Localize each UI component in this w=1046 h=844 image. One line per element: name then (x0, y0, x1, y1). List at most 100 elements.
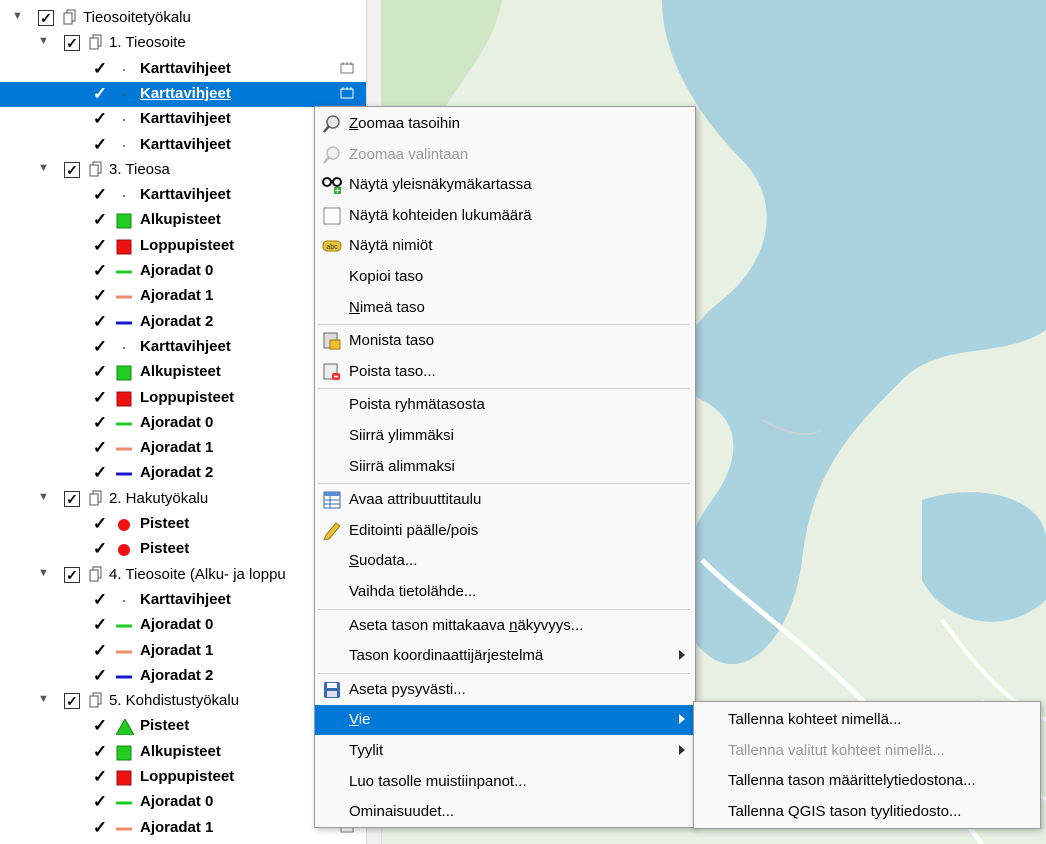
menu-item[interactable]: Luo tasolle muistiinpanot... (315, 767, 695, 797)
layer-row[interactable]: ✓ Karttavihjeet (0, 588, 366, 613)
layer-row[interactable]: ✓ Ajoradat 0 (0, 613, 366, 638)
visibility-checkbox[interactable]: ✓ (92, 237, 108, 254)
layer-row[interactable]: ✓ Ajoradat 2 (0, 461, 366, 486)
layer-group-row[interactable]: ▼ ✓ 4. Tieosoite (Alku- ja loppu (0, 563, 366, 588)
visibility-checkbox[interactable]: ✓ (92, 136, 108, 153)
layer-row[interactable]: ✓ Ajoradat 1 (0, 639, 366, 664)
layer-row[interactable]: ✓ Alkupisteet (0, 208, 366, 233)
layer-row[interactable]: ✓ Ajoradat 1 (0, 816, 366, 841)
visibility-checkbox[interactable]: ✓ (92, 540, 108, 557)
layer-row[interactable]: ✓ Ajoradat 0 (0, 790, 366, 815)
visibility-checkbox[interactable]: ✓ (92, 717, 108, 734)
menu-item[interactable]: Vie (315, 705, 695, 736)
menu-item[interactable]: Avaa attribuuttitaulu (315, 485, 695, 515)
expand-arrow-icon[interactable]: ▼ (38, 693, 49, 705)
menu-item[interactable]: Nimeä taso (315, 293, 695, 323)
visibility-checkbox[interactable]: ✓ (92, 464, 108, 481)
visibility-checkbox[interactable]: ✓ (92, 667, 108, 684)
visibility-checkbox[interactable]: ✓ (92, 338, 108, 355)
layer-group-row[interactable]: ▼ ✓ 1. Tieosoite (0, 31, 366, 56)
visibility-checkbox[interactable]: ✓ (92, 616, 108, 633)
visibility-checkbox[interactable]: ✓ (92, 591, 108, 608)
visibility-checkbox[interactable]: ✓ (64, 566, 80, 583)
zoom-selection-icon (322, 145, 342, 164)
menu-item[interactable]: Näytä kohteiden lukumäärä (315, 201, 695, 231)
visibility-checkbox[interactable]: ✓ (92, 110, 108, 127)
layer-row[interactable]: ✓ Karttavihjeet (0, 133, 366, 158)
visibility-checkbox[interactable]: ✓ (64, 693, 80, 710)
layer-group-row[interactable]: ▼ ✓ 2. Hakutyökalu (0, 487, 366, 512)
visibility-checkbox[interactable]: ✓ (92, 515, 108, 532)
layer-row[interactable]: ✓ Loppupisteet (0, 386, 366, 411)
visibility-checkbox[interactable]: ✓ (64, 490, 80, 507)
layer-row[interactable]: ✓ Ajoradat 1 (0, 284, 366, 309)
layer-row[interactable]: ✓ Ajoradat 2 (0, 664, 366, 689)
expand-arrow-icon[interactable]: ▼ (38, 567, 49, 579)
submenu-item[interactable]: Tallenna kohteet nimellä... (694, 705, 1040, 735)
menu-item[interactable]: Aseta tason mittakaava näkyvyys... (315, 611, 695, 641)
menu-item[interactable]: Poista taso... (315, 357, 695, 387)
visibility-checkbox[interactable]: ✓ (92, 313, 108, 330)
menu-item[interactable]: Vaihda tietolähde... (315, 577, 695, 607)
layer-row[interactable]: ✓ Karttavihjeet (0, 57, 366, 82)
visibility-checkbox[interactable]: ✓ (92, 642, 108, 659)
visibility-checkbox[interactable]: ✓ (38, 10, 54, 26)
menu-item[interactable]: Siirrä alimmaksi (315, 452, 695, 482)
layer-row[interactable]: ✓ Karttavihjeet (0, 107, 366, 132)
menu-item[interactable]: Tyylit (315, 736, 695, 766)
layer-row[interactable]: ✓ Karttavihjeet (0, 335, 366, 360)
layer-row[interactable]: ✓ Karttavihjeet (0, 81, 366, 107)
layer-row[interactable]: ✓ Loppupisteet (0, 234, 366, 259)
menu-item[interactable]: Poista ryhmätasosta (315, 390, 695, 420)
menu-item[interactable]: Zoomaa tasoihin (315, 109, 695, 139)
menu-item[interactable]: Monista taso (315, 326, 695, 356)
submenu-item[interactable]: Tallenna QGIS tason tyylitiedosto... (694, 797, 1040, 827)
visibility-checkbox[interactable]: ✓ (64, 35, 80, 52)
submenu-item[interactable]: Tallenna tason määrittelytiedostona... (694, 766, 1040, 796)
menu-item[interactable]: Suodata... (315, 546, 695, 576)
menu-item[interactable]: abc Näytä nimiöt (315, 231, 695, 261)
layer-group-row[interactable]: ▼ ✓ Tieosoitetyökalu (0, 6, 366, 31)
expand-arrow-icon[interactable]: ▼ (38, 491, 49, 503)
visibility-checkbox[interactable]: ✓ (64, 161, 80, 178)
menu-item[interactable]: Näytä yleisnäkymäkartassa (315, 170, 695, 200)
visibility-checkbox[interactable]: ✓ (92, 743, 108, 760)
layer-row[interactable]: ✓ Karttavihjeet (0, 183, 366, 208)
visibility-checkbox[interactable]: ✓ (92, 186, 108, 203)
visibility-checkbox[interactable]: ✓ (92, 414, 108, 431)
visibility-checkbox[interactable]: ✓ (92, 211, 108, 228)
menu-item[interactable]: Zoomaa valintaan (315, 140, 695, 170)
visibility-checkbox[interactable]: ✓ (92, 389, 108, 406)
visibility-checkbox[interactable]: ✓ (92, 60, 108, 77)
expand-arrow-icon[interactable]: ▼ (38, 35, 49, 47)
expand-arrow-icon[interactable]: ▼ (12, 10, 23, 22)
visibility-checkbox[interactable]: ✓ (92, 287, 108, 304)
layer-row[interactable]: ✓ Pisteet (0, 714, 366, 739)
menu-item[interactable]: Editointi päälle/pois (315, 516, 695, 546)
visibility-checkbox[interactable]: ✓ (92, 819, 108, 836)
menu-item[interactable]: Aseta pysyvästi... (315, 675, 695, 705)
menu-item[interactable]: Tason koordinaattijärjestelmä (315, 641, 695, 671)
layer-row[interactable]: ✓ Loppupisteet (0, 765, 366, 790)
visibility-checkbox[interactable]: ✓ (92, 439, 108, 456)
menu-item[interactable]: Kopioi taso (315, 262, 695, 292)
menu-item[interactable]: Siirrä ylimmäksi (315, 421, 695, 451)
layer-row[interactable]: ✓ Alkupisteet (0, 360, 366, 385)
visibility-checkbox[interactable]: ✓ (92, 262, 108, 279)
layer-row[interactable]: ✓ Ajoradat 0 (0, 259, 366, 284)
layer-group-row[interactable]: ▼ ✓ 5. Kohdistustyökalu (0, 689, 366, 714)
layer-row[interactable]: ✓ Alkupisteet (0, 740, 366, 765)
menu-item[interactable]: Ominaisuudet... (315, 797, 695, 827)
layer-row[interactable]: ✓ Ajoradat 0 (0, 411, 366, 436)
layer-row[interactable]: ✓ Pisteet (0, 537, 366, 562)
submenu-item[interactable]: Tallenna valitut kohteet nimellä... (694, 736, 1040, 766)
visibility-checkbox[interactable]: ✓ (92, 768, 108, 785)
layer-row[interactable]: ✓ Ajoradat 1 (0, 436, 366, 461)
visibility-checkbox[interactable]: ✓ (92, 85, 108, 102)
visibility-checkbox[interactable]: ✓ (92, 793, 108, 810)
layer-row[interactable]: ✓ Ajoradat 2 (0, 310, 366, 335)
expand-arrow-icon[interactable]: ▼ (38, 162, 49, 174)
visibility-checkbox[interactable]: ✓ (92, 363, 108, 380)
layer-group-row[interactable]: ▼ ✓ 3. Tieosa (0, 158, 366, 183)
layer-row[interactable]: ✓ Pisteet (0, 512, 366, 537)
